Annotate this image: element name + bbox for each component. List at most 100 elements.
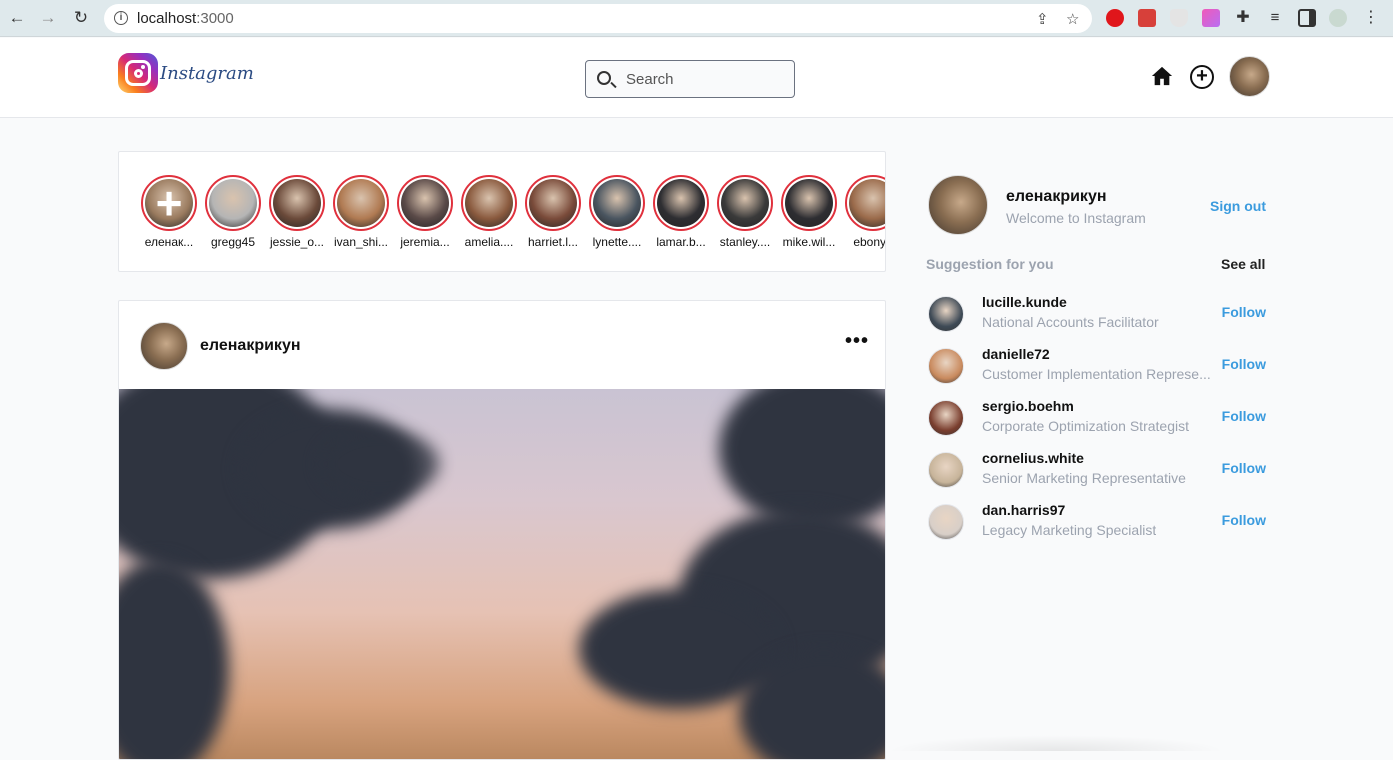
story-ring [397, 175, 453, 231]
search-icon [597, 71, 611, 85]
sidebar-username[interactable]: еленакрикун [1006, 188, 1107, 206]
story-item[interactable]: stanley.... [716, 175, 774, 249]
suggestions-title: Suggestion for you [926, 256, 1054, 272]
story-ring [589, 175, 645, 231]
shield-icon[interactable] [1170, 9, 1188, 27]
story-avatar [209, 179, 257, 227]
see-all-button[interactable]: See all [1221, 256, 1265, 272]
info-icon[interactable]: i [114, 11, 128, 25]
suggestion-username[interactable]: cornelius.white [982, 450, 1084, 466]
suggestion-role: Customer Implementation Represe... [982, 366, 1211, 382]
story-item[interactable]: amelia.... [460, 175, 518, 249]
app-header: Instagram + [0, 38, 1393, 118]
suggestion-username[interactable]: lucille.kunde [982, 294, 1067, 310]
story-item[interactable]: lamar.b... [652, 175, 710, 249]
story-item[interactable]: gregg45 [204, 175, 262, 249]
story-ring [333, 175, 389, 231]
post-username[interactable]: еленакрикун [200, 337, 301, 355]
story-ring [653, 175, 709, 231]
menu-icon[interactable]: ⋮ [1362, 9, 1380, 27]
sign-out-button[interactable]: Sign out [1210, 198, 1266, 214]
suggestion-avatar[interactable] [928, 504, 964, 540]
story-ring [205, 175, 261, 231]
suggestion-avatar[interactable] [928, 400, 964, 436]
extension-red-icon[interactable] [1138, 9, 1156, 27]
reload-icon[interactable]: ↻ [71, 8, 91, 28]
media-icon[interactable]: ≡ [1266, 9, 1284, 27]
forward-icon[interactable]: → [38, 8, 58, 28]
story-avatar [337, 179, 385, 227]
back-icon[interactable]: ← [7, 8, 27, 28]
home-icon[interactable] [1151, 65, 1173, 87]
story-avatar [529, 179, 577, 227]
puzzle-icon[interactable]: ✚ [1234, 9, 1252, 27]
story-ring: + [141, 175, 197, 231]
follow-button[interactable]: Follow [1222, 408, 1266, 424]
follow-button[interactable]: Follow [1222, 304, 1266, 320]
story-item[interactable]: harriet.l... [524, 175, 582, 249]
story-avatar [593, 179, 641, 227]
story-item[interactable]: + еленак... [140, 175, 198, 249]
story-avatar [785, 179, 833, 227]
story-avatar [273, 179, 321, 227]
follow-button[interactable]: Follow [1222, 460, 1266, 476]
suggestion-avatar[interactable] [928, 348, 964, 384]
story-ring [781, 175, 837, 231]
story-item[interactable]: mike.wil... [780, 175, 838, 249]
suggestion-row: sergio.boehm Corporate Optimization Strat… [926, 398, 1271, 442]
share-icon[interactable]: ⇪ [1036, 10, 1049, 28]
story-avatar [657, 179, 705, 227]
search-box[interactable] [585, 60, 795, 98]
story-ring [269, 175, 325, 231]
suggestion-username[interactable]: danielle72 [982, 346, 1050, 362]
follow-button[interactable]: Follow [1222, 356, 1266, 372]
story-ring [461, 175, 517, 231]
side-panel-icon[interactable] [1298, 9, 1316, 27]
story-ring [717, 175, 773, 231]
gradient-extension-icon[interactable] [1202, 9, 1220, 27]
profile-icon[interactable] [1329, 9, 1347, 27]
story-avatar [401, 179, 449, 227]
story-item[interactable]: jeremia... [396, 175, 454, 249]
welcome-text: Welcome to Instagram [1006, 210, 1146, 226]
suggestion-row: lucille.kunde National Accounts Facilitat… [926, 294, 1271, 338]
address-bar[interactable]: i localhost:3000 ⇪ ☆ [104, 4, 1092, 33]
sidebar-avatar[interactable] [928, 175, 988, 235]
story-item[interactable]: jessie_o... [268, 175, 326, 249]
post-image[interactable] [119, 389, 885, 759]
instagram-wordmark[interactable]: Instagram [160, 63, 254, 84]
story-username: stanley.... [719, 235, 771, 249]
shadow-decoration [886, 735, 1226, 751]
story-username: lamar.b... [656, 235, 706, 249]
story-item[interactable]: lynette.... [588, 175, 646, 249]
suggestion-role: National Accounts Facilitator [982, 314, 1159, 330]
more-options-icon[interactable]: ••• [845, 331, 869, 351]
search-input[interactable] [626, 69, 786, 89]
story-item[interactable]: ivan_shi... [332, 175, 390, 249]
suggestion-username[interactable]: dan.harris97 [982, 502, 1065, 518]
instagram-logo-icon[interactable] [118, 53, 158, 93]
story-username: jeremia... [400, 235, 450, 249]
story-username: mike.wil... [782, 235, 836, 249]
suggestion-avatar[interactable] [928, 296, 964, 332]
post-card: еленакрикун ••• [118, 300, 886, 760]
story-ring [525, 175, 581, 231]
add-post-icon[interactable]: + [1190, 65, 1214, 89]
browser-toolbar: ← → ↻ i localhost:3000 ⇪ ☆ ✚ ≡ ⋮ [0, 0, 1393, 37]
post-avatar[interactable] [140, 322, 188, 370]
story-username: ivan_shi... [333, 235, 389, 249]
add-story-avatar: + [145, 179, 193, 227]
opera-icon[interactable] [1106, 9, 1124, 27]
add-story-plus-icon: + [155, 177, 183, 229]
story-ring [845, 175, 885, 231]
suggestion-avatar[interactable] [928, 452, 964, 488]
story-username: amelia.... [464, 235, 514, 249]
story-username: ebony_ [853, 235, 886, 249]
header-avatar[interactable] [1229, 56, 1270, 97]
suggestion-row: dan.harris97 Legacy Marketing Specialist F… [926, 502, 1271, 546]
suggestion-role: Senior Marketing Representative [982, 470, 1186, 486]
bookmark-star-icon[interactable]: ☆ [1066, 10, 1079, 28]
suggestion-username[interactable]: sergio.boehm [982, 398, 1074, 414]
story-item[interactable]: ebony_ [844, 175, 886, 249]
follow-button[interactable]: Follow [1222, 512, 1266, 528]
